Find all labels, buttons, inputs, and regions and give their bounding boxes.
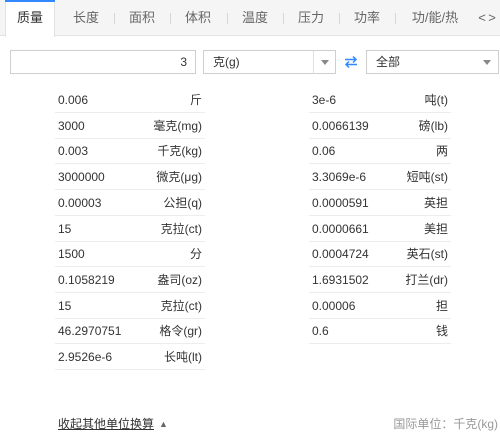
caret-down-icon	[476, 51, 498, 73]
row-divider	[309, 292, 451, 293]
result-unit: 毫克(mg)	[153, 119, 202, 133]
row-divider	[55, 292, 205, 293]
result-unit: 微克(μg)	[156, 170, 202, 184]
tab-length[interactable]: 长度	[63, 0, 109, 36]
tab-divider	[395, 13, 396, 24]
result-unit: 克拉(ct)	[160, 222, 202, 236]
result-unit: 克拉(ct)	[160, 299, 202, 313]
result-unit: 盎司(oz)	[157, 273, 202, 287]
tab-temperature[interactable]: 温度	[232, 0, 278, 36]
row-divider	[55, 369, 205, 370]
category-select[interactable]: 全部	[366, 50, 499, 74]
result-unit: 千克(kg)	[157, 144, 202, 158]
result-unit: 分	[189, 247, 202, 261]
row-divider	[309, 343, 451, 344]
collapse-other-units-link[interactable]: 收起其他单位换算 ▲	[58, 415, 168, 432]
result-unit: 美担	[423, 222, 448, 236]
tab-divider	[339, 13, 340, 24]
si-unit-note: 国际单位：千克(kg)	[393, 417, 498, 431]
tab-divider	[170, 13, 171, 24]
row-divider	[309, 215, 451, 216]
value-input[interactable]	[10, 50, 196, 74]
caret-up-icon: ▲	[159, 419, 168, 429]
tab-mass[interactable]: 质量	[5, 0, 55, 37]
tab-divider	[114, 13, 115, 24]
result-unit: 英担	[423, 196, 448, 210]
row-divider	[309, 189, 451, 190]
tab-area[interactable]: 面积	[119, 0, 165, 36]
unit-select[interactable]: 克(g)	[203, 50, 336, 74]
result-unit: 斤	[189, 93, 202, 107]
result-unit: 磅(lb)	[418, 119, 448, 133]
row-divider	[309, 163, 451, 164]
result-unit: 公担(q)	[163, 196, 202, 210]
result-unit: 格令(gr)	[159, 324, 202, 338]
result-unit: 钱	[435, 324, 448, 338]
result-unit: 打兰(dr)	[405, 273, 448, 287]
result-unit: 英石(st)	[406, 247, 448, 261]
row-divider	[55, 266, 205, 267]
tab-power[interactable]: 功率	[344, 0, 390, 36]
tab-pressure[interactable]: 压力	[288, 0, 334, 36]
chevron-left-icon[interactable]: <	[477, 0, 487, 36]
collapse-link-label: 收起其他单位换算	[58, 417, 155, 431]
unit-select-label: 克(g)	[213, 55, 240, 69]
row-divider	[309, 266, 451, 267]
result-unit: 短吨(st)	[406, 170, 448, 184]
row-divider	[55, 343, 205, 344]
unit-category-tabs: 质量 长度 面积 体积 温度 压力 功率 功/能/热 < >	[0, 0, 500, 37]
row-divider	[55, 215, 205, 216]
tab-work-energy-heat[interactable]: 功/能/热	[400, 0, 470, 36]
tab-divider	[283, 13, 284, 24]
swap-units-button[interactable]	[339, 50, 363, 74]
swap-arrows-icon	[344, 55, 358, 69]
row-divider	[55, 112, 205, 113]
tab-scroll-controls: < >	[477, 0, 500, 36]
caret-down-icon	[313, 51, 335, 73]
result-unit: 长吨(lt)	[164, 350, 202, 364]
tab-volume[interactable]: 体积	[175, 0, 221, 36]
row-divider	[55, 189, 205, 190]
result-unit: 吨(t)	[424, 93, 448, 107]
result-unit: 担	[435, 299, 448, 313]
category-select-label: 全部	[376, 55, 401, 69]
row-divider	[55, 163, 205, 164]
result-unit: 两	[435, 144, 448, 158]
chevron-right-icon[interactable]: >	[487, 0, 497, 36]
row-divider	[309, 112, 451, 113]
tab-divider	[227, 13, 228, 24]
